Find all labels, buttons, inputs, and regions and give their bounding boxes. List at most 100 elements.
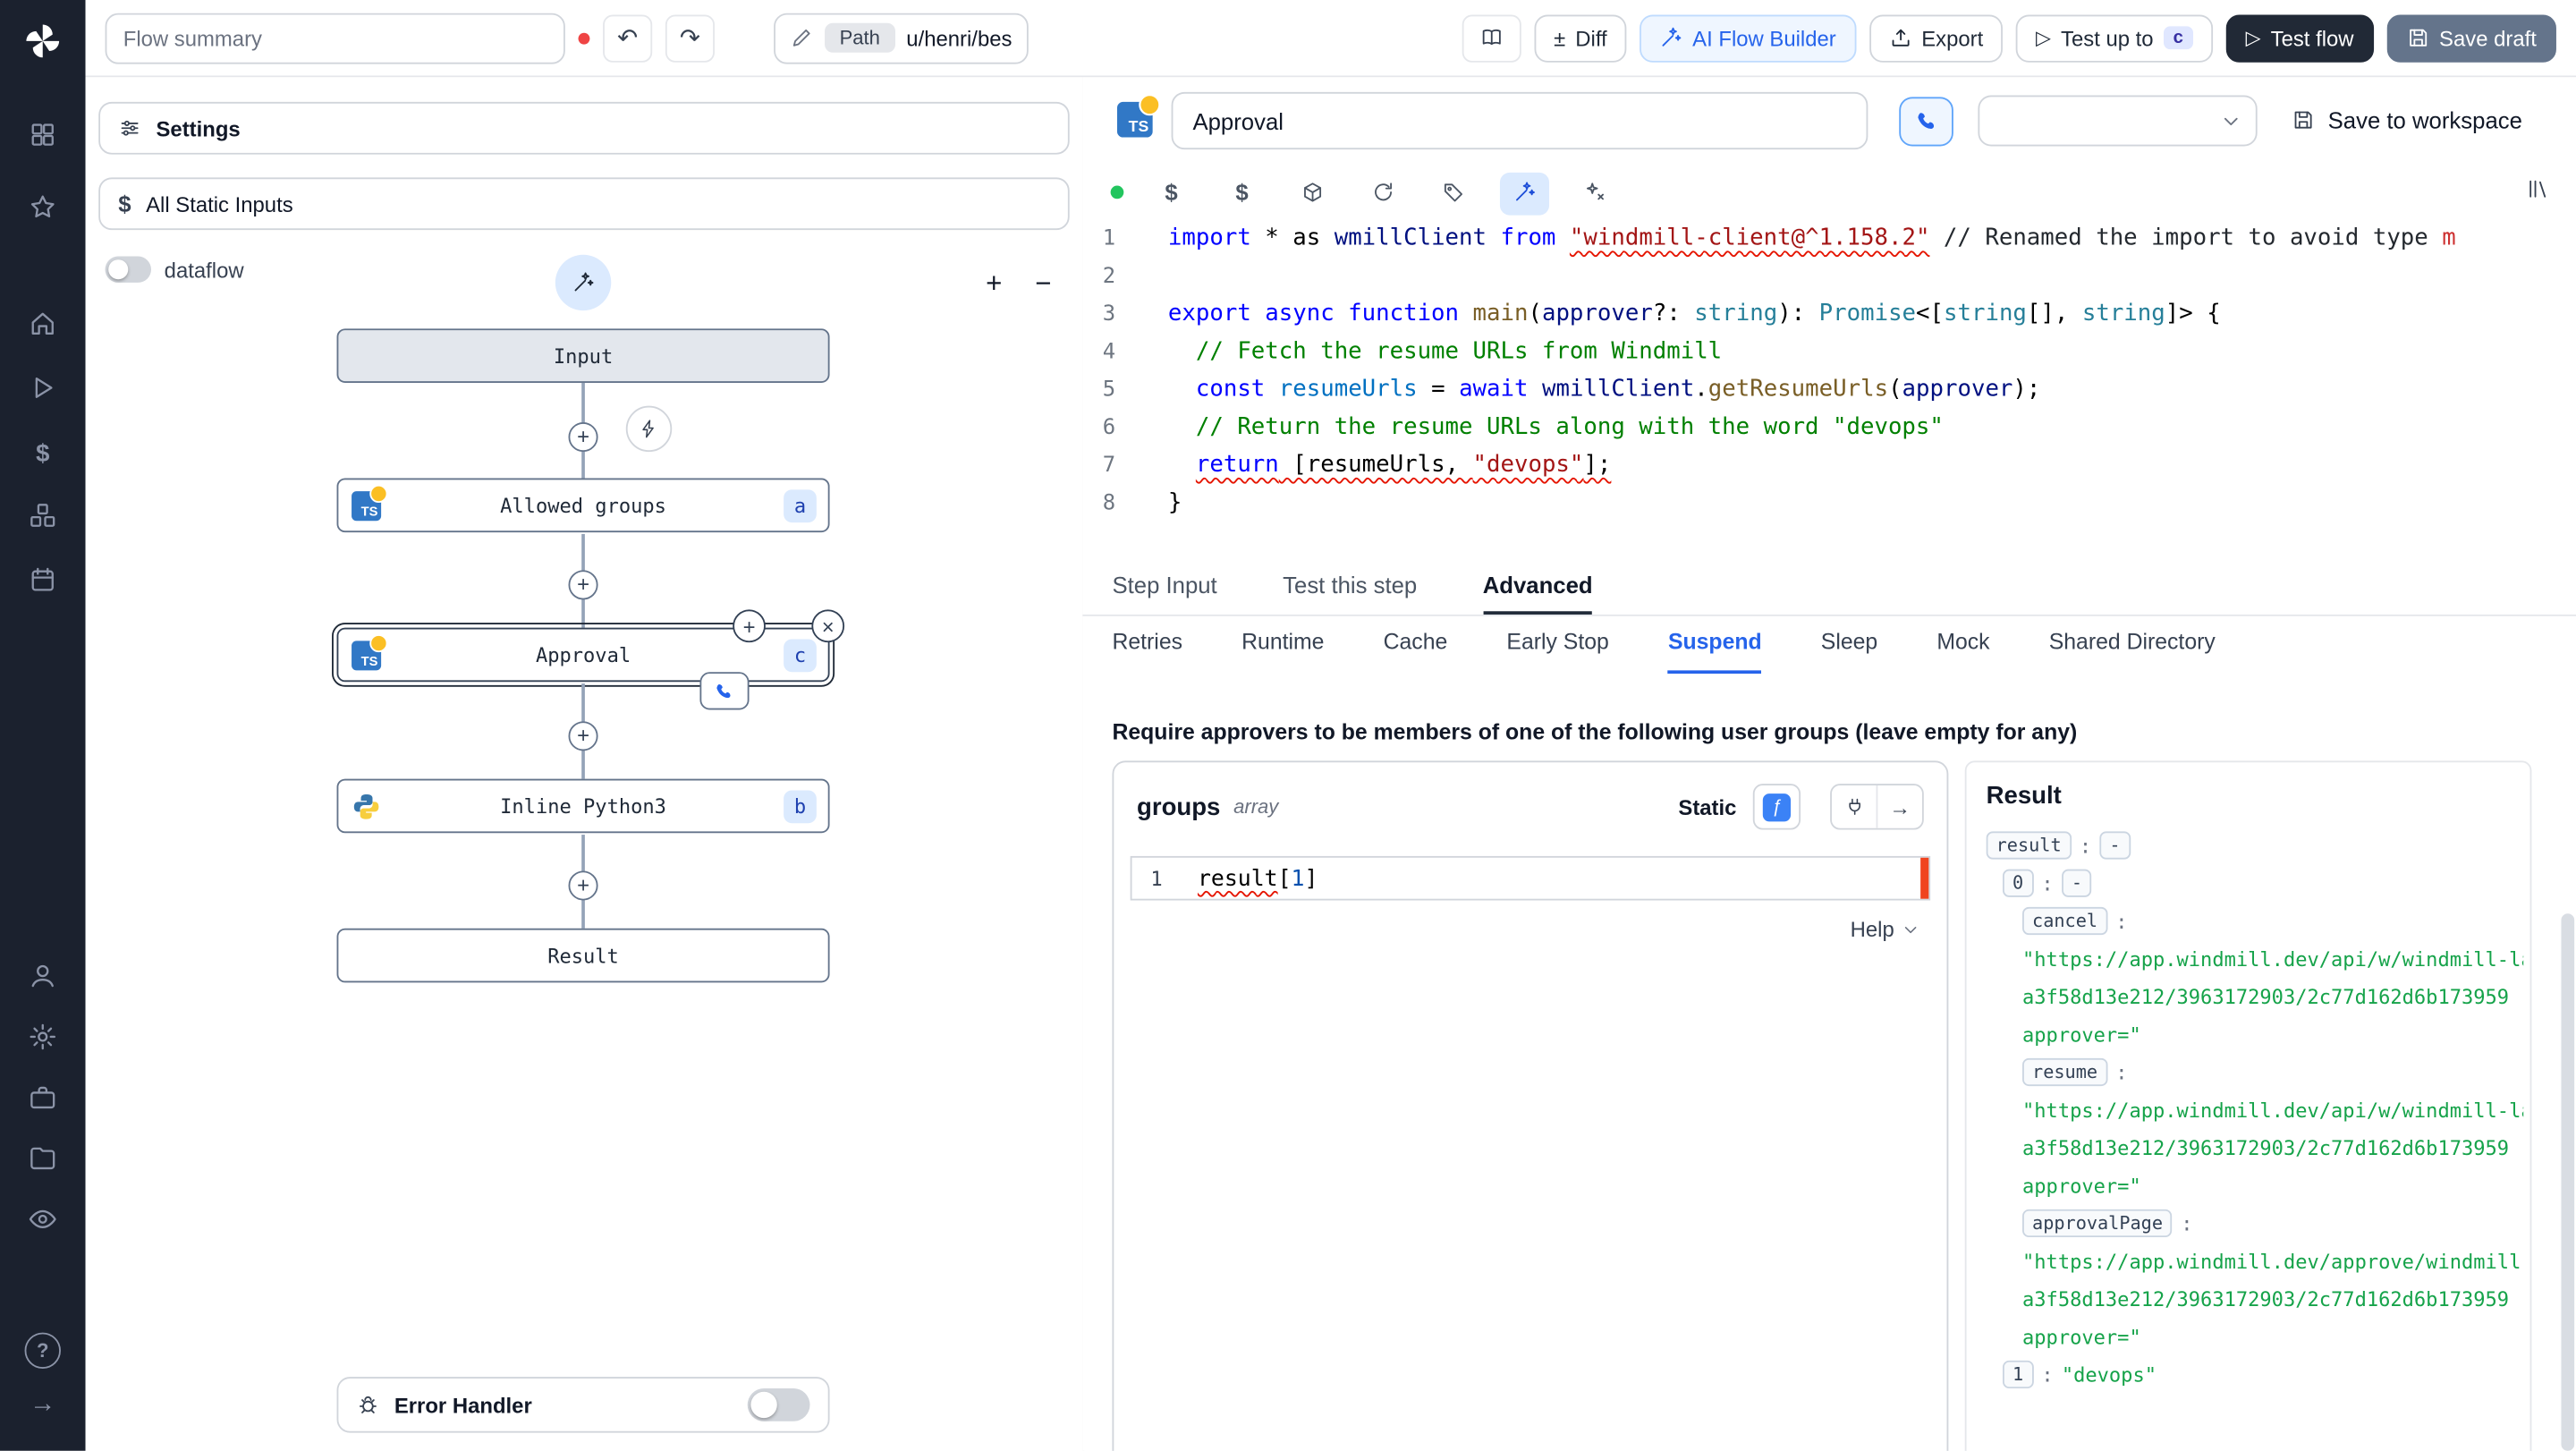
subtab-early-stop[interactable]: Early Stop	[1506, 618, 1608, 674]
settings-label: Settings	[156, 115, 241, 141]
code-line: 8}	[1082, 485, 2559, 522]
flow-node-input[interactable]: Input	[336, 328, 830, 383]
line-number: 7	[1102, 453, 1116, 479]
flow-node-result[interactable]: Result	[336, 928, 830, 983]
trigger-bolt-button[interactable]	[625, 405, 673, 453]
library-icon[interactable]	[2527, 177, 2550, 200]
zoom-in-button[interactable]: +	[976, 267, 1012, 302]
result-row: cancel:	[1987, 904, 2524, 941]
audit-eye-icon[interactable]	[28, 1204, 57, 1234]
subtab-sleep[interactable]: Sleep	[1821, 618, 1877, 674]
arrow-right-icon[interactable]: →	[1876, 785, 1922, 828]
windmill-logo-icon[interactable]	[21, 20, 64, 63]
flow-settings-row[interactable]: Settings	[98, 101, 1070, 155]
diff-button[interactable]: ± Diff	[1534, 13, 1627, 62]
vertical-scrollbar-thumb[interactable]	[2561, 913, 2575, 1451]
settings-gear-icon[interactable]	[28, 1022, 57, 1051]
undo-button[interactable]: ↶	[603, 13, 653, 62]
test-flow-button[interactable]: ▷ Test flow	[2225, 13, 2374, 62]
line-number: 3	[1102, 301, 1116, 327]
expression-mode-button[interactable]: ƒ	[1752, 784, 1801, 830]
tab-advanced[interactable]: Advanced	[1482, 558, 1593, 615]
test-up-to-button[interactable]: ▷ Test up to c	[2016, 13, 2213, 62]
export-button[interactable]: Export	[1868, 13, 2004, 62]
move-step-button[interactable]: +	[733, 609, 766, 643]
all-static-inputs-row[interactable]: $ All Static Inputs	[98, 177, 1070, 231]
path-editor[interactable]: Path u/henri/bes	[774, 12, 1029, 64]
tag-icon[interactable]	[1441, 181, 1467, 204]
result-value-line: approver="	[2022, 1326, 2141, 1349]
dataflow-toggle-row: dataflow	[105, 256, 244, 283]
typescript-icon: TS	[352, 484, 388, 522]
schedules-calendar-icon[interactable]	[28, 565, 57, 595]
plug-icon[interactable]	[1832, 785, 1877, 828]
home-icon[interactable]	[28, 309, 57, 338]
docs-button[interactable]	[1462, 13, 1521, 62]
subtab-cache[interactable]: Cache	[1384, 618, 1448, 674]
flow-node-allowed-groups[interactable]: TS Allowed groups a	[336, 478, 830, 533]
add-variable-icon[interactable]: $	[1158, 179, 1184, 205]
error-handler-toggle[interactable]	[747, 1388, 810, 1421]
resources-boxes-icon[interactable]	[28, 501, 57, 530]
tab-step-input[interactable]: Step Input	[1112, 558, 1216, 614]
tab-test-this-step[interactable]: Test this step	[1283, 558, 1417, 614]
ai-fix-sparkle-icon[interactable]	[1582, 181, 1608, 204]
collapse-toggle[interactable]: -	[2061, 869, 2093, 897]
node-label: Result	[547, 944, 619, 967]
insert-step-button[interactable]: +	[568, 870, 598, 901]
line-number: 5	[1102, 378, 1116, 403]
variables-dollar-icon[interactable]: $	[36, 440, 49, 468]
delete-step-button[interactable]: ×	[811, 609, 845, 643]
typescript-icon: TS	[352, 633, 388, 671]
pencil-icon	[790, 26, 813, 49]
save-to-workspace-button[interactable]: Save to workspace	[2292, 106, 2522, 133]
flow-summary-input[interactable]	[105, 12, 565, 64]
node-id-badge: a	[784, 489, 817, 523]
subtab-runtime[interactable]: Runtime	[1241, 618, 1324, 674]
sliders-icon	[118, 116, 141, 140]
insert-step-button[interactable]: +	[568, 422, 598, 453]
insert-step-button[interactable]: +	[568, 570, 598, 600]
favorites-star-icon[interactable]	[28, 192, 57, 222]
bolt-icon	[639, 419, 658, 438]
language-select[interactable]	[1978, 95, 2258, 147]
user-icon[interactable]	[28, 961, 57, 990]
bug-icon	[357, 1394, 380, 1417]
error-handler-label: Error Handler	[394, 1392, 532, 1418]
advanced-subtabs: Retries Runtime Cache Early Stop Suspend…	[1082, 618, 2576, 675]
subtab-retries[interactable]: Retries	[1112, 618, 1182, 674]
suspend-approval-badge[interactable]	[699, 672, 750, 710]
help-icon[interactable]: ?	[24, 1332, 61, 1369]
redo-button[interactable]: ↷	[665, 13, 715, 62]
subtab-mock[interactable]: Mock	[1936, 618, 1989, 674]
code-editor[interactable]: 1 import * as wmillClient from "windmill-…	[1082, 216, 2559, 564]
help-link[interactable]: Help	[1851, 917, 1921, 941]
flow-node-inline-python3[interactable]: Inline Python3 b	[336, 778, 830, 834]
step-name-input[interactable]	[1171, 91, 1868, 150]
package-cube-icon[interactable]	[1300, 181, 1326, 204]
json-key: 1	[2002, 1360, 2034, 1389]
node-id-badge: c	[784, 639, 817, 673]
zoom-out-button[interactable]: −	[1025, 267, 1061, 302]
ai-flow-builder-button[interactable]: AI Flow Builder	[1640, 13, 1856, 62]
save-draft-label: Save draft	[2439, 25, 2537, 51]
groups-expression-input[interactable]: 1 result[1]	[1130, 855, 1931, 901]
insert-step-button[interactable]: +	[568, 721, 598, 751]
subtab-suspend[interactable]: Suspend	[1667, 618, 1762, 675]
save-draft-button[interactable]: Save draft	[2386, 13, 2556, 62]
folders-icon[interactable]	[28, 1143, 57, 1173]
suspend-toggle-button[interactable]	[1899, 97, 1953, 147]
ai-edit-flow-button[interactable]	[555, 254, 612, 311]
flow-graph-panel: Settings $ All Static Inputs dataflow + …	[85, 77, 1085, 1451]
apps-grid-icon[interactable]	[28, 120, 57, 149]
add-resource-icon[interactable]: $	[1229, 179, 1255, 205]
workers-briefcase-icon[interactable]	[28, 1082, 57, 1112]
reset-refresh-icon[interactable]	[1370, 181, 1396, 204]
expand-sidebar-icon[interactable]: →	[30, 1390, 55, 1420]
dataflow-toggle[interactable]	[105, 256, 151, 283]
runs-play-icon[interactable]	[28, 373, 57, 403]
subtab-shared-directory[interactable]: Shared Directory	[2049, 618, 2216, 674]
collapse-toggle[interactable]: -	[2099, 831, 2131, 860]
ai-wand-icon[interactable]	[1499, 172, 1550, 216]
test-up-to-label: Test up to	[2061, 25, 2154, 51]
